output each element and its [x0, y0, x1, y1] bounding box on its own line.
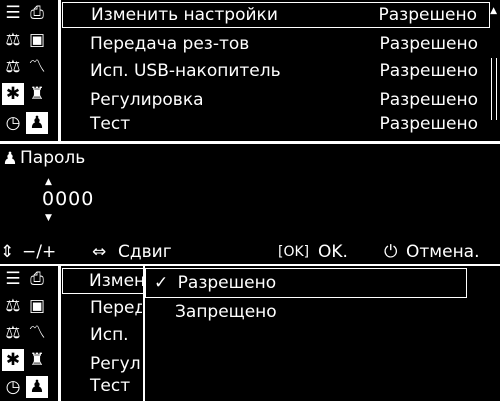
- shift-label: Сдвиг: [118, 242, 172, 262]
- selection-panel: ☰ ⎙ ⚖ ▣ ⚖ 〽 ✱ ♜ ◷ ♟ Измен Перед Исп. Рег…: [0, 266, 500, 401]
- chart-icon[interactable]: 〽: [26, 322, 48, 344]
- list-item-label[interactable]: Измен: [62, 268, 144, 294]
- list-item-value: Разрешено: [379, 34, 479, 54]
- timer-icon[interactable]: ◷: [2, 376, 24, 398]
- cancel-key-icon: ⏻: [384, 242, 398, 262]
- increment-arrow-icon[interactable]: ▲: [45, 177, 52, 187]
- dropdown-option-label: Разрешено: [177, 273, 277, 293]
- list-item-label: Регулировка: [90, 90, 204, 110]
- weight-icon[interactable]: ♜: [26, 83, 48, 105]
- balance-settings-icon[interactable]: ⚖: [2, 56, 24, 78]
- save-icon[interactable]: ▣: [26, 295, 48, 317]
- key-hint-bar: ⇕ −/+ ⇔ Сдвиг [OK] OK. ⏻ Отмена.: [0, 240, 500, 264]
- balance-icon[interactable]: ⚖: [2, 29, 24, 51]
- scrollbar[interactable]: [491, 58, 497, 120]
- list-item[interactable]: Регулировка Разрешено: [62, 88, 490, 112]
- balance-settings-icon[interactable]: ⚖: [2, 322, 24, 344]
- list-item-label: Тест: [90, 114, 131, 134]
- settings-panel: ☰ ⎙ ⚖ ▣ ⚖ 〽 ✱ ♜ ◷ ♟ Изменить настройки Р…: [0, 0, 500, 141]
- user-icon[interactable]: ♟: [26, 376, 48, 398]
- ok-key-icon: [OK]: [278, 244, 310, 260]
- decrement-arrow-icon[interactable]: ▼: [45, 213, 52, 223]
- list-item[interactable]: Тест Разрешено: [62, 112, 490, 136]
- list-item[interactable]: Передача рез-тов Разрешено: [62, 32, 490, 56]
- list-item-value: Разрешено: [378, 5, 478, 25]
- menu-icon[interactable]: ☰: [2, 268, 24, 290]
- checkmark-icon: ✓: [154, 273, 169, 293]
- list-item-value: Разрешено: [379, 114, 479, 134]
- dropdown-option-label: Запрещено: [175, 302, 277, 322]
- gear-icon[interactable]: ✱: [2, 349, 24, 371]
- timer-icon[interactable]: ◷: [2, 112, 24, 134]
- list-item-value: Разрешено: [379, 61, 479, 81]
- list-item-label[interactable]: Перед: [62, 296, 142, 320]
- print-icon[interactable]: ⎙: [26, 2, 48, 24]
- gear-icon[interactable]: ✱: [2, 83, 24, 105]
- list-item-label: Исп. USB-накопитель: [90, 61, 281, 81]
- password-title: Пароль: [20, 148, 86, 168]
- sidebar: ☰ ⎙ ⚖ ▣ ⚖ 〽 ✱ ♜ ◷ ♟: [0, 266, 54, 401]
- sidebar: ☰ ⎙ ⚖ ▣ ⚖ 〽 ✱ ♜ ◷ ♟: [0, 0, 54, 141]
- password-panel: ♟ Пароль ▲ 0000 ▼ ⇕ −/+ ⇔ Сдвиг [OK] OK.…: [0, 144, 500, 264]
- adjust-label: −/+: [22, 242, 57, 262]
- list-item-value: Разрешено: [379, 90, 479, 110]
- user-icon: ♟: [2, 148, 18, 169]
- list-item-label: Изменить настройки: [91, 5, 278, 25]
- menu-icon[interactable]: ☰: [2, 2, 24, 24]
- sidebar-divider: [58, 0, 61, 141]
- shift-keys-icon: ⇔: [92, 242, 107, 262]
- adjust-keys-icon: ⇕: [0, 242, 15, 262]
- save-icon[interactable]: ▣: [26, 29, 48, 51]
- list-item-label[interactable]: Регул: [62, 352, 142, 376]
- dropdown-option-denied[interactable]: Запрещено: [175, 298, 277, 326]
- balance-icon[interactable]: ⚖: [2, 295, 24, 317]
- list-item[interactable]: Изменить настройки Разрешено: [62, 2, 490, 28]
- user-icon[interactable]: ♟: [26, 112, 48, 134]
- list-item-label[interactable]: Исп.: [62, 323, 142, 347]
- list-item[interactable]: Исп. USB-накопитель Разрешено: [62, 59, 490, 83]
- dropdown-option-allowed[interactable]: ✓ Разрешено: [145, 268, 467, 298]
- scroll-up-icon[interactable]: ▲: [490, 6, 497, 16]
- dropdown-menu: ✓ Разрешено Запрещено: [143, 266, 475, 401]
- cancel-label[interactable]: Отмена.: [406, 240, 480, 264]
- list-item-label: Передача рез-тов: [90, 34, 250, 54]
- list-item-label[interactable]: Тест: [62, 374, 142, 398]
- chart-icon[interactable]: 〽: [26, 56, 48, 78]
- print-icon[interactable]: ⎙: [26, 268, 48, 290]
- sidebar-divider: [58, 266, 61, 401]
- weight-icon[interactable]: ♜: [26, 349, 48, 371]
- ok-label[interactable]: OK.: [318, 240, 348, 264]
- password-value[interactable]: 0000: [42, 188, 94, 210]
